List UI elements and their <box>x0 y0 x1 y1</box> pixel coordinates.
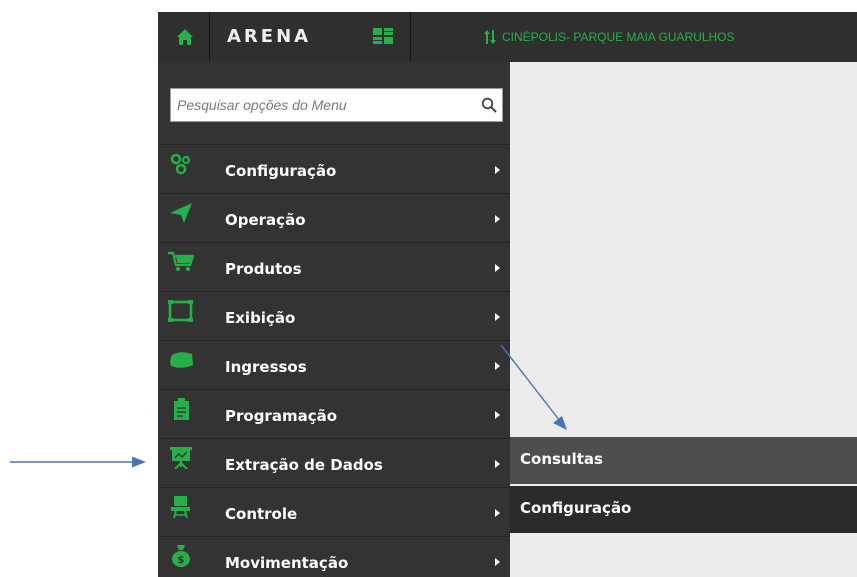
chevron-right-icon <box>495 509 500 517</box>
presentation-board-icon <box>170 447 192 469</box>
home-button[interactable] <box>158 12 210 62</box>
navigation-arrow-icon <box>170 203 192 223</box>
sidebar-item-label: Extração de Dados <box>225 456 383 474</box>
annotation-arrow-left <box>10 456 146 468</box>
chevron-right-icon <box>495 411 500 419</box>
submenu-item-label: Consultas <box>520 450 603 468</box>
chevron-right-icon <box>495 558 500 566</box>
logo-grid-icon <box>373 28 393 44</box>
logo: ARENA <box>211 12 411 62</box>
sidebar-item-label: Exibição <box>225 309 296 327</box>
sidebar-item-label: Operação <box>225 211 306 229</box>
chevron-right-icon <box>495 460 500 468</box>
chevron-right-icon <box>495 215 500 223</box>
clipboard-icon <box>174 398 189 420</box>
sidebar-item-programacao[interactable]: Programação <box>158 389 510 438</box>
money-bag-icon: $ <box>172 545 190 567</box>
submenu-item-configuracao[interactable]: Configuração <box>510 486 857 533</box>
gears-icon <box>170 153 191 175</box>
screen-frame-icon <box>168 300 193 322</box>
home-icon <box>177 29 193 45</box>
sidebar-item-label: Ingressos <box>225 358 307 376</box>
shopping-cart-icon <box>168 251 194 271</box>
logo-text: ARENA <box>227 26 312 47</box>
chevron-right-icon <box>495 313 500 321</box>
svg-text:$: $ <box>178 555 185 566</box>
sidebar-item-extracao-de-dados[interactable]: Extração de Dados <box>158 438 510 487</box>
sidebar-item-movimentacao[interactable]: $ Movimentação <box>158 536 510 577</box>
sidebar-item-controle[interactable]: Controle <box>158 487 510 536</box>
sidebar-item-operacao[interactable]: Operação <box>158 193 510 242</box>
sidebar: Configuração Operação Produtos <box>158 62 510 577</box>
sidebar-item-label: Programação <box>225 407 338 425</box>
chevron-right-icon <box>495 362 500 370</box>
chair-icon <box>171 496 190 518</box>
swap-arrows-icon[interactable] <box>484 29 496 45</box>
sidebar-item-exibicao[interactable]: Exibição <box>158 291 510 340</box>
sidebar-item-label: Controle <box>225 505 298 523</box>
sidebar-item-label: Produtos <box>225 260 302 278</box>
search-input[interactable] <box>171 89 471 121</box>
top-bar: ARENA CINÉPOLIS- PARQUE MAIA GUARULHOS <box>158 12 857 62</box>
ticket-icon <box>170 352 193 368</box>
sidebar-item-produtos[interactable]: Produtos <box>158 242 510 291</box>
sidebar-item-configuracao[interactable]: Configuração <box>158 144 510 193</box>
chevron-right-icon <box>495 264 500 272</box>
cinema-selector[interactable]: CINÉPOLIS- PARQUE MAIA GUARULHOS <box>502 30 735 44</box>
sidebar-menu: Configuração Operação Produtos Exibição … <box>158 144 510 577</box>
arena-app: ARENA CINÉPOLIS- PARQUE MAIA GUARULHOS P… <box>158 12 857 577</box>
sidebar-item-label: Movimentação <box>225 554 349 572</box>
search-icon[interactable] <box>481 97 497 113</box>
chevron-right-icon <box>495 166 500 174</box>
submenu-item-label: Configuração <box>520 499 632 517</box>
sidebar-item-ingressos[interactable]: Ingressos <box>158 340 510 389</box>
submenu-item-consultas[interactable]: Consultas <box>510 437 857 484</box>
sidebar-item-label: Configuração <box>225 162 337 180</box>
main-content: Consultas Configuração <box>510 62 857 577</box>
search-box <box>170 88 503 122</box>
